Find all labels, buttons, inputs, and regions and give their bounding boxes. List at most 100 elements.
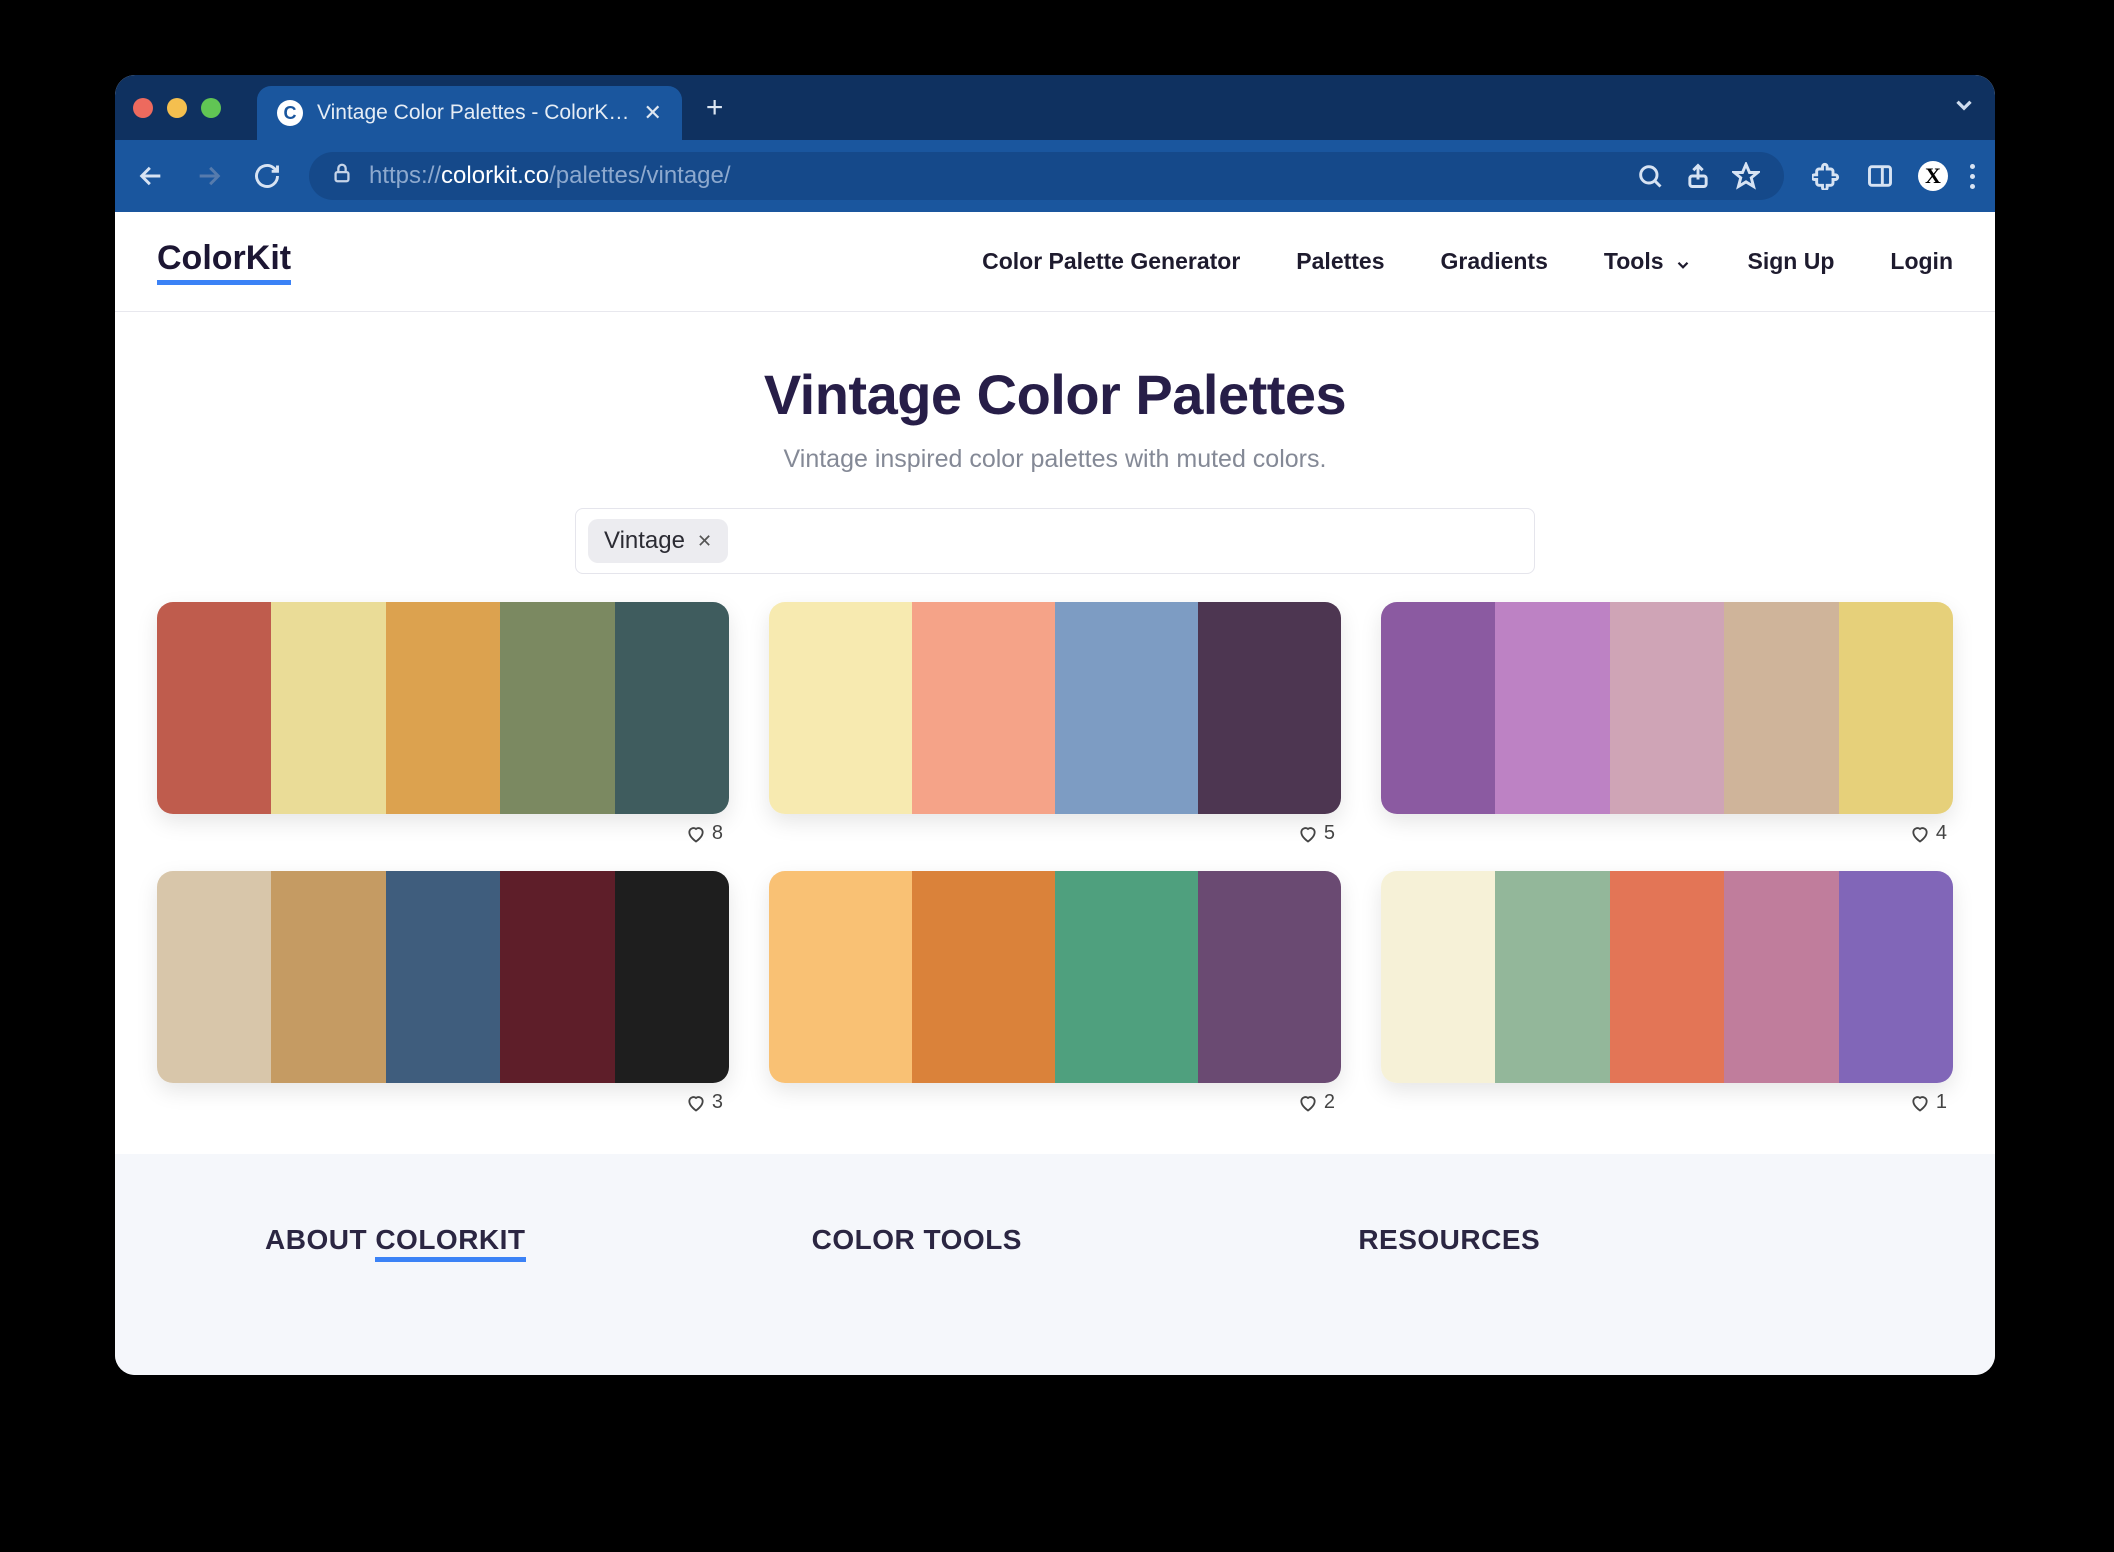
swatch[interactable] (1198, 602, 1341, 814)
palette-swatches[interactable] (1381, 602, 1953, 814)
palette-card[interactable]: 5 (769, 602, 1341, 845)
nav-link[interactable]: Palettes (1296, 248, 1384, 275)
heart-icon[interactable] (1910, 1093, 1930, 1113)
heart-icon[interactable] (1910, 824, 1930, 844)
extensions-icon[interactable] (1810, 160, 1842, 192)
like-count: 8 (712, 822, 723, 845)
palette-card[interactable]: 3 (157, 871, 729, 1114)
site-logo[interactable]: ColorKit (157, 239, 291, 285)
like-count: 2 (1324, 1091, 1335, 1114)
forward-button[interactable] (193, 160, 225, 192)
swatch[interactable] (386, 871, 500, 1083)
site-footer: ABOUT COLORKIT COLOR TOOLS RESOURCES (115, 1154, 1995, 1375)
palette-card[interactable]: 1 (1381, 871, 1953, 1114)
palette-footer: 4 (1381, 814, 1953, 845)
nav-link-label: Color Palette Generator (982, 248, 1240, 275)
swatch[interactable] (912, 871, 1055, 1083)
swatch[interactable] (1495, 602, 1609, 814)
swatch[interactable] (386, 602, 500, 814)
swatch[interactable] (1381, 602, 1495, 814)
browser-window: C Vintage Color Palettes - ColorK… ✕ + h… (115, 75, 1995, 1375)
palette-footer: 2 (769, 1083, 1341, 1114)
nav-link[interactable]: Sign Up (1748, 248, 1835, 275)
window-minimize-button[interactable] (167, 98, 187, 118)
new-tab-button[interactable]: + (694, 91, 736, 125)
tabs-overflow-button[interactable] (1951, 92, 1977, 123)
swatch[interactable] (500, 871, 614, 1083)
reload-button[interactable] (251, 160, 283, 192)
page-viewport[interactable]: ColorKit Color Palette Generator Palettes… (115, 212, 1995, 1375)
swatch[interactable] (1839, 602, 1953, 814)
filter-input[interactable]: Vintage ✕ (575, 508, 1535, 574)
nav-links: Color Palette Generator Palettes Gradients… (982, 248, 1953, 275)
swatch[interactable] (912, 602, 1055, 814)
like-count: 4 (1936, 822, 1947, 845)
browser-toolbar: https://colorkit.co/palettes/vintage/ X (115, 140, 1995, 212)
palette-card[interactable]: 4 (1381, 602, 1953, 845)
palette-footer: 8 (157, 814, 729, 845)
swatch[interactable] (271, 602, 385, 814)
profile-avatar[interactable]: X (1918, 161, 1948, 191)
zoom-icon[interactable] (1634, 160, 1666, 192)
filter-chip[interactable]: Vintage ✕ (588, 519, 728, 563)
heart-icon[interactable] (686, 1093, 706, 1113)
tab-title: Vintage Color Palettes - ColorK… (317, 101, 629, 125)
swatch[interactable] (1610, 871, 1724, 1083)
palette-footer: 5 (769, 814, 1341, 845)
nav-link-label: Gradients (1441, 248, 1548, 275)
swatch[interactable] (157, 602, 271, 814)
browser-tab[interactable]: C Vintage Color Palettes - ColorK… ✕ (257, 86, 682, 140)
nav-link[interactable]: Login (1890, 248, 1953, 275)
swatch[interactable] (769, 602, 912, 814)
sidepanel-icon[interactable] (1864, 160, 1896, 192)
nav-link-label: Tools (1604, 248, 1664, 275)
tab-favicon: C (277, 100, 303, 126)
heart-icon[interactable] (1298, 1093, 1318, 1113)
swatch[interactable] (1724, 602, 1838, 814)
page-subtitle: Vintage inspired color palettes with mut… (115, 445, 1995, 474)
bookmark-star-icon[interactable] (1730, 160, 1762, 192)
swatch[interactable] (1610, 602, 1724, 814)
nav-link[interactable]: Tools (1604, 248, 1692, 275)
palette-swatches[interactable] (769, 871, 1341, 1083)
footer-heading-tools: COLOR TOOLS (812, 1224, 1299, 1256)
swatch[interactable] (1839, 871, 1953, 1083)
browser-menu-button[interactable] (1970, 164, 1975, 189)
chevron-down-icon (1674, 253, 1692, 271)
palette-swatches[interactable] (157, 871, 729, 1083)
swatch[interactable] (615, 602, 729, 814)
back-button[interactable] (135, 160, 167, 192)
swatch[interactable] (157, 871, 271, 1083)
swatch[interactable] (615, 871, 729, 1083)
swatch[interactable] (1724, 871, 1838, 1083)
footer-heading-about: ABOUT COLORKIT (265, 1224, 752, 1256)
swatch[interactable] (1198, 871, 1341, 1083)
swatch[interactable] (1381, 871, 1495, 1083)
nav-link[interactable]: Gradients (1441, 248, 1548, 275)
tab-strip: C Vintage Color Palettes - ColorK… ✕ + (115, 75, 1995, 140)
like-count: 3 (712, 1091, 723, 1114)
palette-swatches[interactable] (157, 602, 729, 814)
filter-chip-label: Vintage (604, 527, 685, 555)
swatch[interactable] (1055, 871, 1198, 1083)
palette-card[interactable]: 8 (157, 602, 729, 845)
palette-swatches[interactable] (769, 602, 1341, 814)
share-icon[interactable] (1682, 160, 1714, 192)
address-bar[interactable]: https://colorkit.co/palettes/vintage/ (309, 152, 1784, 200)
palette-card[interactable]: 2 (769, 871, 1341, 1114)
swatch[interactable] (1055, 602, 1198, 814)
like-count: 1 (1936, 1091, 1947, 1114)
swatch[interactable] (500, 602, 614, 814)
window-maximize-button[interactable] (201, 98, 221, 118)
url-text: https://colorkit.co/palettes/vintage/ (369, 162, 1618, 190)
swatch[interactable] (769, 871, 912, 1083)
swatch[interactable] (1495, 871, 1609, 1083)
swatch[interactable] (271, 871, 385, 1083)
filter-chip-remove-icon[interactable]: ✕ (697, 531, 712, 552)
nav-link[interactable]: Color Palette Generator (982, 248, 1240, 275)
heart-icon[interactable] (686, 824, 706, 844)
window-close-button[interactable] (133, 98, 153, 118)
tab-close-button[interactable]: ✕ (643, 100, 661, 126)
palette-swatches[interactable] (1381, 871, 1953, 1083)
heart-icon[interactable] (1298, 824, 1318, 844)
